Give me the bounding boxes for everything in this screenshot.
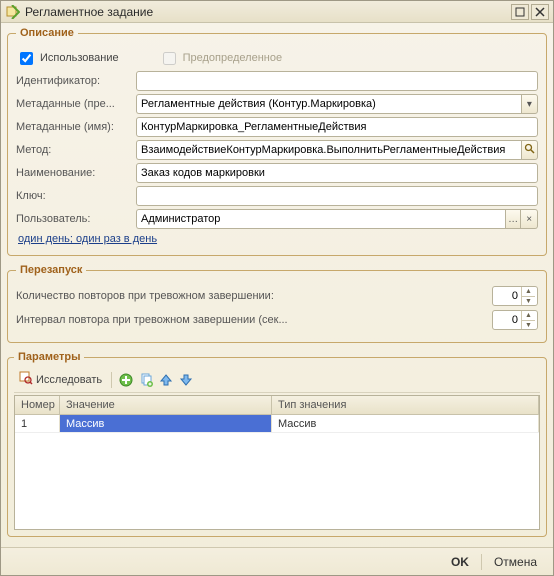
predefined-text: Предопределенное (183, 52, 282, 64)
restart-legend: Перезапуск (16, 264, 86, 276)
interval-spinner[interactable]: ▲ ▼ (492, 310, 538, 330)
metadata-pre-input[interactable] (136, 94, 521, 114)
retries-input[interactable] (493, 287, 521, 305)
inspect-button[interactable]: Исследовать (16, 370, 105, 389)
chevron-down-icon: ▾ (527, 99, 532, 110)
window-close-button[interactable] (531, 4, 549, 20)
retries-spinner[interactable]: ▲ ▼ (492, 286, 538, 306)
clear-x-icon: × (526, 214, 532, 225)
key-label: Ключ: (16, 190, 136, 202)
identifier-label: Идентификатор: (16, 75, 136, 87)
interval-input[interactable] (493, 311, 521, 329)
usage-checkbox-label[interactable]: Использование (16, 49, 119, 68)
toolbar-separator (111, 372, 112, 388)
retries-down-button[interactable]: ▼ (521, 296, 535, 305)
move-up-button[interactable] (158, 372, 174, 388)
grid-header: Номер Значение Тип значения (15, 396, 539, 415)
titlebar: Регламентное задание (1, 1, 553, 23)
name-label: Наименование: (16, 167, 136, 179)
cell-num: 1 (15, 415, 60, 432)
ok-button[interactable]: OK (445, 553, 475, 571)
move-down-button[interactable] (178, 372, 194, 388)
table-row[interactable]: 1 Массив Массив (15, 415, 539, 433)
col-num-header[interactable]: Номер (15, 396, 60, 414)
identifier-input[interactable] (136, 71, 538, 91)
footer-separator (481, 554, 482, 570)
metadata-name-input[interactable] (136, 117, 538, 137)
copy-button[interactable] (138, 372, 154, 388)
key-input[interactable] (136, 186, 538, 206)
user-input[interactable] (136, 209, 505, 229)
cell-type: Массив (272, 415, 539, 432)
metadata-name-label: Метаданные (имя): (16, 121, 136, 133)
user-clear-button[interactable]: × (521, 209, 538, 229)
interval-down-button[interactable]: ▼ (521, 320, 535, 329)
col-type-header[interactable]: Тип значения (272, 396, 539, 414)
cancel-button[interactable]: Отмена (488, 553, 543, 571)
magnifier-icon (524, 143, 535, 157)
add-button[interactable] (118, 372, 134, 388)
predefined-checkbox-label[interactable]: Предопределенное (159, 49, 282, 68)
window-maximize-button[interactable] (511, 4, 529, 20)
description-group: Описание Использование Предопределенное … (7, 27, 547, 256)
col-value-header[interactable]: Значение (60, 396, 272, 414)
ellipsis-icon: … (508, 214, 518, 225)
inspect-icon (19, 371, 33, 388)
schedule-link[interactable]: один день; один раз в день (18, 233, 538, 245)
footer: OK Отмена (1, 547, 553, 575)
method-lookup-button[interactable] (521, 140, 538, 160)
method-label: Метод: (16, 144, 136, 156)
predefined-checkbox (163, 52, 176, 65)
retries-up-button[interactable]: ▲ (521, 287, 535, 296)
parameters-grid[interactable]: Номер Значение Тип значения 1 Массив Мас… (14, 395, 540, 530)
parameters-group: Параметры Исследовать (7, 351, 547, 537)
usage-checkbox[interactable] (20, 52, 33, 65)
scheduler-icon (5, 4, 21, 20)
metadata-pre-dropdown-button[interactable]: ▾ (521, 94, 538, 114)
cell-value[interactable]: Массив (60, 415, 272, 432)
interval-up-button[interactable]: ▲ (521, 311, 535, 320)
window-title: Регламентное задание (25, 5, 511, 19)
user-label: Пользователь: (16, 213, 136, 225)
usage-text: Использование (40, 52, 119, 64)
name-input[interactable] (136, 163, 538, 183)
parameters-legend: Параметры (14, 351, 84, 363)
parameters-toolbar: Исследовать (14, 367, 540, 393)
metadata-pre-label: Метаданные (пре... (16, 98, 136, 110)
retries-label: Количество повторов при тревожном заверш… (16, 290, 492, 302)
interval-label: Интервал повтора при тревожном завершени… (16, 314, 492, 326)
user-select-button[interactable]: … (505, 209, 522, 229)
restart-group: Перезапуск Количество повторов при трево… (7, 264, 547, 343)
grid-body: 1 Массив Массив (15, 415, 539, 529)
inspect-label: Исследовать (36, 374, 102, 386)
description-legend: Описание (16, 27, 78, 39)
method-input[interactable] (136, 140, 521, 160)
